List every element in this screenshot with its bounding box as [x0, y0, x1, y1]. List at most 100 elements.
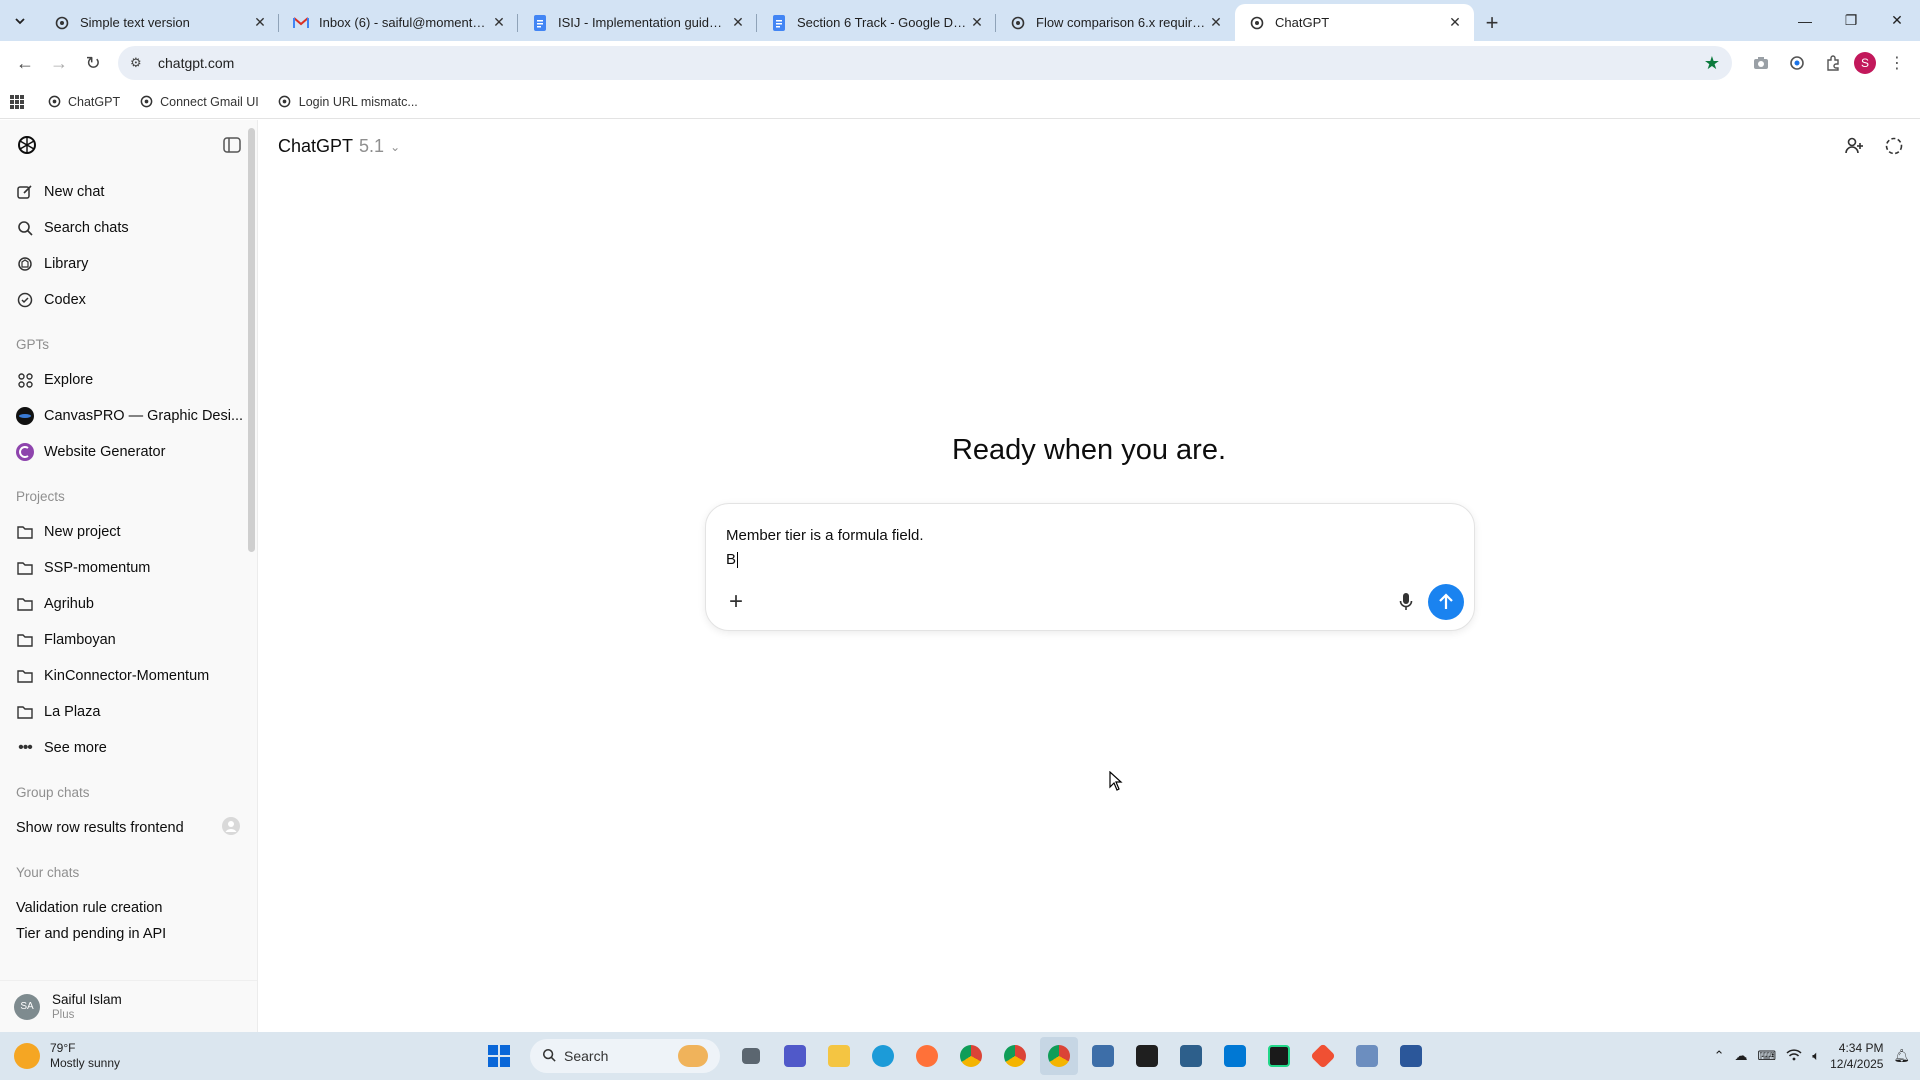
- tableau-icon[interactable]: [1172, 1037, 1210, 1075]
- tab-section-6-track[interactable]: Section 6 Track - Google Docs ✕: [757, 4, 996, 41]
- bookmark-login-url[interactable]: Login URL mismatc...: [277, 94, 418, 110]
- sidebar-item-chat[interactable]: Validation rule creation: [0, 890, 257, 926]
- tab-search-icon[interactable]: [0, 0, 40, 41]
- vscode-icon[interactable]: [1216, 1037, 1254, 1075]
- chevron-up-icon[interactable]: ⌃: [1714, 1048, 1725, 1064]
- sidebar-item-project[interactable]: KinConnector-Momentum: [0, 658, 257, 694]
- tab-gmail-inbox[interactable]: Inbox (6) - saiful@momentum-... ✕: [279, 4, 518, 41]
- sidebar-scrollbar[interactable]: [248, 128, 255, 552]
- browser-menu-icon[interactable]: ⋮: [1882, 48, 1912, 78]
- prompt-line: Member tier is a formula field.: [726, 527, 924, 544]
- model-selector[interactable]: ChatGPT 5.1 ⌄: [278, 136, 400, 157]
- pycharm-icon[interactable]: [1260, 1037, 1298, 1075]
- canvaspro-logo-icon: [16, 407, 34, 425]
- chat-composer[interactable]: Member tier is a formula field. B +: [705, 503, 1475, 631]
- new-chat-button[interactable]: New chat: [0, 174, 257, 210]
- sidebar-item-project[interactable]: Agrihub: [0, 586, 257, 622]
- library-button[interactable]: Library: [0, 246, 257, 282]
- clock[interactable]: 4:34 PM 12/4/2025: [1830, 1040, 1883, 1072]
- sidebar-item-website-generator[interactable]: Website Generator: [0, 434, 257, 470]
- tab-close-icon[interactable]: ✕: [1207, 14, 1225, 32]
- tab-close-icon[interactable]: ✕: [729, 14, 747, 32]
- tab-implementation-guide[interactable]: ISIJ - Implementation guide - G... ✕: [518, 4, 757, 41]
- volume-icon[interactable]: 🔈︎: [1812, 1048, 1820, 1064]
- windows-start-icon[interactable]: [480, 1037, 518, 1075]
- sidebar-label: Search chats: [44, 220, 129, 236]
- notifications-bell-icon[interactable]: 🔔︎: [1893, 1048, 1910, 1064]
- maximize-icon[interactable]: ❐: [1828, 0, 1874, 41]
- wifi-icon[interactable]: [1786, 1048, 1802, 1064]
- sidebar-item-project[interactable]: Flamboyan: [0, 622, 257, 658]
- terminal-icon[interactable]: [1128, 1037, 1166, 1075]
- chrome-profile-icon[interactable]: [996, 1037, 1034, 1075]
- tab-simple-text[interactable]: Simple text version ✕: [40, 4, 279, 41]
- temporary-chat-icon[interactable]: [1882, 134, 1906, 158]
- user-menu[interactable]: SA Saiful Islam Plus: [0, 980, 257, 1032]
- chart-app-icon[interactable]: [1084, 1037, 1122, 1075]
- bookmark-star-icon[interactable]: ★: [1704, 53, 1720, 74]
- openai-logo-icon[interactable]: [16, 134, 38, 161]
- see-more-button[interactable]: ••• See more: [0, 730, 257, 766]
- sidebar-item-project[interactable]: La Plaza: [0, 694, 257, 730]
- chrome-active-icon[interactable]: [1040, 1037, 1078, 1075]
- chrome-icon[interactable]: [952, 1037, 990, 1075]
- git-icon[interactable]: [1304, 1037, 1342, 1075]
- projects-heading: Projects: [16, 488, 65, 504]
- new-tab-plus-icon[interactable]: +: [1474, 4, 1510, 41]
- taskbar-search[interactable]: Search: [530, 1039, 720, 1073]
- teams-icon[interactable]: [776, 1037, 814, 1075]
- browser-tab-bar: Simple text version ✕ Inbox (6) - saiful…: [0, 0, 1920, 41]
- prompt-input[interactable]: Member tier is a formula field. B: [726, 524, 924, 572]
- sidebar-item-canvaspro[interactable]: CanvasPRO — Graphic Desi...: [0, 398, 257, 434]
- sidebar-item-explore[interactable]: Explore: [0, 362, 257, 398]
- window-close-icon[interactable]: ✕: [1874, 0, 1920, 41]
- send-button[interactable]: [1428, 584, 1464, 620]
- codex-button[interactable]: Codex: [0, 282, 257, 318]
- task-view-icon[interactable]: [732, 1037, 770, 1075]
- bookmark-chatgpt[interactable]: ChatGPT: [46, 94, 120, 110]
- add-attachment-plus-icon[interactable]: +: [722, 588, 750, 616]
- windows-taskbar: 79°F Mostly sunny Search ⌃ ☁ ⌨ 🔈︎ 4:34 P…: [0, 1032, 1920, 1080]
- onedrive-cloud-icon[interactable]: ☁: [1735, 1048, 1748, 1064]
- microphone-icon[interactable]: [1394, 590, 1418, 614]
- search-chats-button[interactable]: Search chats: [0, 210, 257, 246]
- minimize-icon[interactable]: —: [1782, 0, 1828, 41]
- sidebar-item-chat[interactable]: Tier and pending in API: [0, 926, 257, 942]
- firefox-icon[interactable]: [908, 1037, 946, 1075]
- chatgpt-favicon-icon: [46, 94, 62, 110]
- add-person-icon[interactable]: [1842, 134, 1866, 158]
- user-name: Saiful Islam: [52, 992, 122, 1007]
- extensions-puzzle-icon[interactable]: [1818, 48, 1848, 78]
- extension-shield-icon[interactable]: [1782, 48, 1812, 78]
- edge-icon[interactable]: [864, 1037, 902, 1075]
- bookmark-connect-gmail[interactable]: Connect Gmail UI: [138, 94, 259, 110]
- tab-flow-comparison[interactable]: Flow comparison 6.x requireme... ✕: [996, 4, 1235, 41]
- sidebar-item-group-chat[interactable]: Show row results frontend: [0, 810, 257, 846]
- remote-desktop-icon[interactable]: [1348, 1037, 1386, 1075]
- screenshot-icon[interactable]: [1746, 48, 1776, 78]
- sidebar-item-new-project[interactable]: New project: [0, 514, 257, 550]
- model-name: ChatGPT: [278, 136, 354, 156]
- tab-title: ChatGPT: [1275, 15, 1330, 30]
- apps-grid-icon[interactable]: [10, 94, 24, 109]
- word-icon[interactable]: [1392, 1037, 1430, 1075]
- toggle-sidebar-icon[interactable]: [223, 136, 241, 158]
- weather-widget[interactable]: 79°F Mostly sunny: [0, 1041, 300, 1071]
- profile-avatar[interactable]: S: [1854, 52, 1876, 74]
- reload-icon[interactable]: ↻: [76, 46, 110, 80]
- codex-icon: [16, 291, 34, 309]
- sidebar-item-project[interactable]: SSP-momentum: [0, 550, 257, 586]
- tab-close-icon[interactable]: ✕: [968, 14, 986, 32]
- back-arrow-icon[interactable]: ←: [8, 46, 42, 80]
- forward-arrow-icon[interactable]: →: [42, 46, 76, 80]
- site-info-icon[interactable]: ⚙: [130, 55, 148, 71]
- keyboard-icon[interactable]: ⌨: [1758, 1048, 1777, 1064]
- tab-chatgpt-active[interactable]: ChatGPT ✕: [1235, 4, 1474, 41]
- url-omnibox[interactable]: ⚙ chatgpt.com ★: [118, 46, 1732, 80]
- chatgpt-favicon-icon: [277, 94, 293, 110]
- tab-close-icon[interactable]: ✕: [1446, 14, 1464, 32]
- file-explorer-icon[interactable]: [820, 1037, 858, 1075]
- tab-close-icon[interactable]: ✕: [251, 14, 269, 32]
- folder-icon: [16, 559, 34, 577]
- tab-close-icon[interactable]: ✕: [490, 14, 508, 32]
